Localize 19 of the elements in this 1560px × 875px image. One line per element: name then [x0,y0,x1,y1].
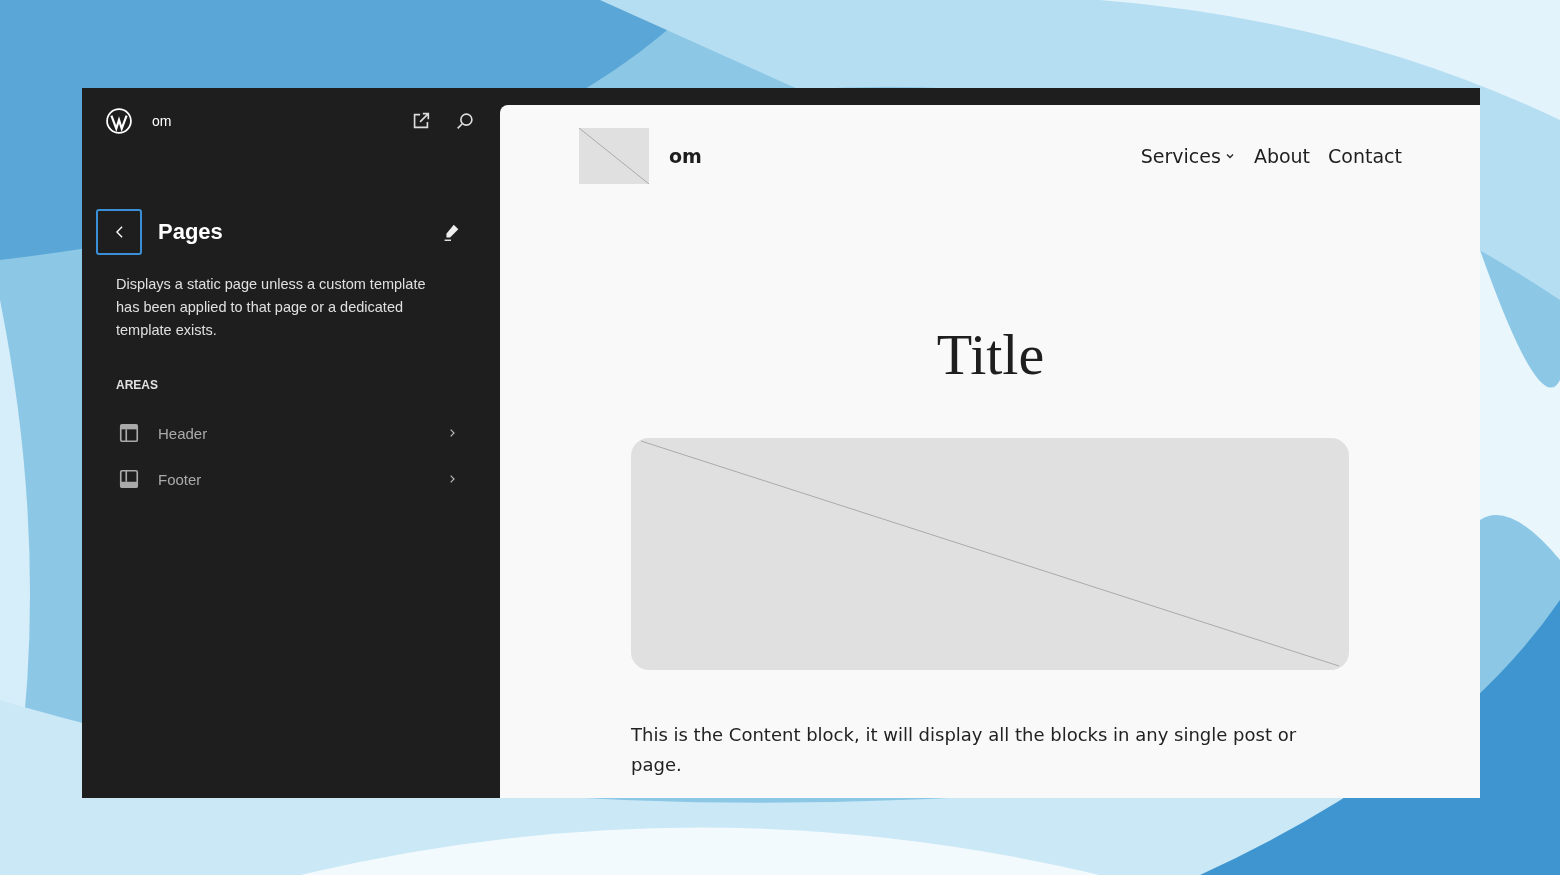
section-label: AREAS [116,378,159,392]
footer-layout-icon [118,468,140,490]
chevron-left-icon [115,226,123,238]
page-title: Title [935,326,1046,384]
area-item[interactable]: Header [96,410,486,456]
wordpress-logo-icon[interactable] [106,108,132,134]
site-title[interactable]: om [669,145,702,167]
nav-link[interactable]: Contact [1328,145,1402,167]
logo-placeholder [579,128,649,184]
panel-heading: Pages [158,219,223,245]
back-button[interactable] [96,209,142,255]
nav-link[interactable]: Services [1140,145,1236,167]
panel-description: Displays a static page unless a custom template has been applied to that page or a dedicated template exists. [116,275,427,340]
nav-link[interactable]: About [1253,145,1311,167]
search-icon[interactable] [454,110,476,132]
site-title[interactable]: om [152,113,172,129]
header-layout-icon [118,422,140,444]
content-text: This is the Content block, it will display all the blocks in any single post or page. [631,723,1298,777]
area-item[interactable]: Footer [96,456,486,502]
